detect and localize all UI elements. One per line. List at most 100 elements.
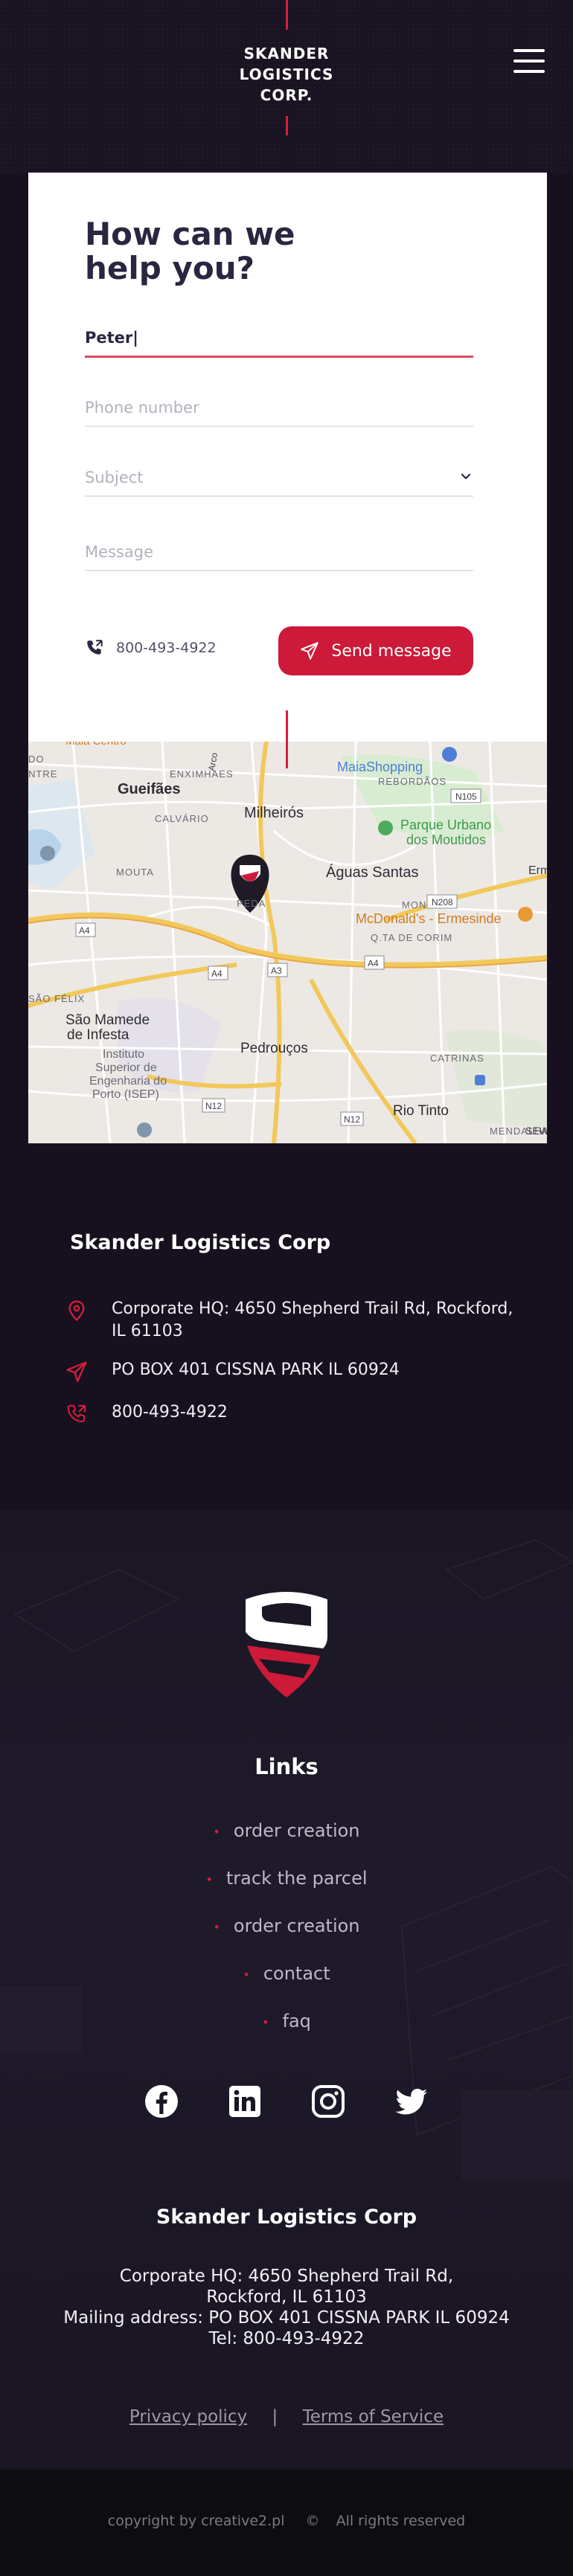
svg-text:Porto (ISEP): Porto (ISEP) bbox=[92, 1088, 159, 1101]
terms-of-service-link[interactable]: Terms of Service bbox=[303, 2407, 444, 2426]
footer-link-faq[interactable]: • faq bbox=[0, 2011, 573, 2031]
hamburger-bar bbox=[513, 70, 545, 73]
company-info-section: Skander Logistics Corp Corporate HQ: 465… bbox=[0, 1143, 573, 1510]
copyright-text: copyright by creative2.pl © All rights r… bbox=[0, 2513, 573, 2529]
phone-field-wrapper bbox=[85, 399, 473, 427]
facebook-icon[interactable] bbox=[143, 2083, 180, 2120]
bullet-dot-icon: • bbox=[213, 1824, 220, 1839]
contact-form-card: How can we help you? Subject 800-493-492… bbox=[28, 173, 547, 742]
svg-text:DO: DO bbox=[28, 754, 45, 765]
svg-text:SEW: SEW bbox=[525, 1125, 547, 1137]
footer-link-label: track the parcel bbox=[225, 1868, 368, 1889]
chevron-down-icon bbox=[461, 473, 471, 480]
svg-text:A4: A4 bbox=[79, 925, 90, 936]
form-title: How can we help you? bbox=[85, 216, 295, 286]
svg-text:Instituto: Instituto bbox=[103, 1048, 144, 1061]
send-message-button[interactable]: Send message bbox=[278, 626, 473, 675]
svg-text:Águas Santas: Águas Santas bbox=[326, 864, 419, 881]
location-map[interactable]: Gueifães Milheirós Águas Santas São Mame… bbox=[28, 742, 547, 1143]
brand-logo-text[interactable]: SKANDER LOGISTICS CORP. bbox=[212, 43, 361, 106]
footer-link-label: order creation bbox=[233, 1820, 360, 1841]
links-heading: Links bbox=[255, 1754, 318, 1779]
name-field[interactable] bbox=[85, 329, 473, 356]
brand-line-2: LOGISTICS bbox=[239, 65, 334, 83]
svg-text:CATRINAS: CATRINAS bbox=[430, 1053, 484, 1064]
bullet-dot-icon: • bbox=[243, 1967, 250, 1982]
legal-links: Privacy policy | Terms of Service bbox=[0, 2407, 573, 2426]
footer-link-label: contact bbox=[263, 1963, 330, 1984]
svg-text:MOUTA: MOUTA bbox=[116, 867, 154, 878]
site-footer: Links • order creation • track the parcel … bbox=[0, 1510, 573, 2470]
linkedin-icon[interactable] bbox=[226, 2083, 263, 2120]
send-message-label: Send message bbox=[331, 641, 452, 661]
footer-address-line: Tel: 800-493-4922 bbox=[208, 2329, 365, 2348]
subject-select[interactable]: Subject bbox=[85, 469, 473, 497]
svg-text:Erm: Erm bbox=[528, 864, 547, 877]
copyright-owner: copyright by creative2.pl bbox=[107, 2513, 285, 2529]
svg-text:de Infesta: de Infesta bbox=[67, 1027, 129, 1043]
svg-text:CALVÁRIO: CALVÁRIO bbox=[155, 813, 209, 824]
instagram-icon[interactable] bbox=[310, 2083, 347, 2120]
contact-phone-number: 800-493-4922 bbox=[116, 640, 217, 656]
phone-field[interactable] bbox=[85, 399, 473, 425]
company-phone[interactable]: 800-493-4922 bbox=[65, 1401, 513, 1425]
hamburger-bar bbox=[513, 49, 545, 52]
shield-logo-icon bbox=[246, 1592, 327, 1697]
bullet-dot-icon: • bbox=[262, 2014, 269, 2029]
footer-address-line: Corporate HQ: 4650 Shepherd Trail Rd, bbox=[119, 2267, 454, 2286]
svg-text:Pedrouços: Pedrouços bbox=[240, 1041, 308, 1056]
footer-company-name: Skander Logistics Corp bbox=[156, 2206, 417, 2229]
footer-link-track-parcel[interactable]: • track the parcel bbox=[0, 1868, 573, 1889]
footer-link-order-creation-2[interactable]: • order creation bbox=[0, 1915, 573, 1936]
message-field-wrapper bbox=[85, 543, 473, 571]
footer-link-contact[interactable]: • contact bbox=[0, 1963, 573, 1984]
footer-address: Corporate HQ: 4650 Shepherd Trail Rd, Ro… bbox=[0, 2266, 573, 2349]
site-header: SKANDER LOGISTICS CORP. bbox=[0, 0, 573, 173]
svg-text:N12: N12 bbox=[344, 1114, 360, 1125]
privacy-policy-link[interactable]: Privacy policy bbox=[129, 2407, 247, 2426]
svg-text:N12: N12 bbox=[205, 1101, 222, 1111]
svg-text:SÃO FÉLIX: SÃO FÉLIX bbox=[28, 993, 85, 1004]
company-address-text: Corporate HQ: 4650 Shepherd Trail Rd, Ro… bbox=[112, 1300, 513, 1340]
svg-text:Engenharia do: Engenharia do bbox=[89, 1075, 167, 1088]
hamburger-bar bbox=[513, 60, 545, 62]
svg-text:NTRE: NTRE bbox=[28, 768, 57, 780]
company-address: Corporate HQ: 4650 Shepherd Trail Rd, Ro… bbox=[65, 1298, 513, 1343]
brand-line-3: CORP. bbox=[260, 86, 313, 104]
twitter-icon[interactable] bbox=[393, 2083, 430, 2120]
svg-text:N208: N208 bbox=[432, 897, 453, 908]
company-po-box: PO BOX 401 CISSNA PARK IL 60924 bbox=[65, 1359, 513, 1383]
hamburger-menu-icon[interactable] bbox=[513, 49, 545, 74]
copyright-symbol: © bbox=[305, 2513, 320, 2529]
map-accent-line bbox=[286, 710, 288, 768]
bullet-dot-icon: • bbox=[205, 1872, 213, 1886]
footer-link-label: order creation bbox=[233, 1915, 360, 1936]
brand-line-1: SKANDER bbox=[243, 45, 330, 62]
brand-accent-line-bottom bbox=[286, 116, 288, 135]
company-phone-text: 800-493-4922 bbox=[112, 1403, 228, 1422]
location-pin-icon bbox=[68, 1300, 85, 1322]
contact-phone-link[interactable]: 800-493-4922 bbox=[85, 638, 217, 658]
company-name: Skander Logistics Corp bbox=[70, 1231, 331, 1254]
svg-text:dos Moutidos: dos Moutidos bbox=[406, 832, 486, 847]
svg-text:A3: A3 bbox=[271, 966, 282, 976]
svg-text:Gueifães: Gueifães bbox=[118, 781, 180, 797]
footer-address-line: Rockford, IL 61103 bbox=[206, 2287, 367, 2307]
phone-call-icon bbox=[87, 640, 103, 655]
svg-text:Milheirós: Milheirós bbox=[244, 805, 304, 821]
footer-link-order-creation[interactable]: • order creation bbox=[0, 1820, 573, 1841]
social-links bbox=[143, 2083, 430, 2120]
company-po-box-text: PO BOX 401 CISSNA PARK IL 60924 bbox=[112, 1361, 400, 1379]
phone-call-icon bbox=[67, 1404, 86, 1423]
message-field[interactable] bbox=[85, 543, 473, 570]
svg-text:Maia Centro: Maia Centro bbox=[65, 742, 127, 748]
svg-text:N105: N105 bbox=[455, 791, 477, 802]
subject-select-value: Subject bbox=[85, 469, 144, 486]
send-paper-plane-icon bbox=[301, 642, 319, 660]
svg-text:PEDA: PEDA bbox=[237, 898, 266, 909]
svg-text:A4: A4 bbox=[211, 969, 223, 979]
footer-address-line: Mailing address: PO BOX 401 CISSNA PARK … bbox=[63, 2308, 510, 2328]
copyright-rights: All rights reserved bbox=[336, 2513, 466, 2529]
name-field-wrapper bbox=[85, 329, 473, 358]
svg-text:McDonald's - Ermesinde: McDonald's - Ermesinde bbox=[356, 911, 502, 926]
